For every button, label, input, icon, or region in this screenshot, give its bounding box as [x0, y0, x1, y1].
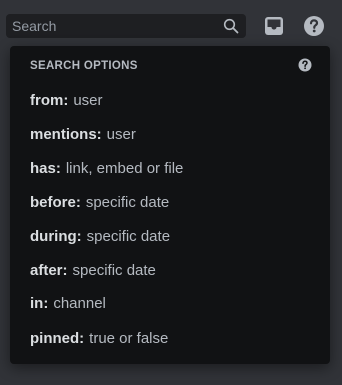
search-option-from[interactable]: from: user	[30, 88, 103, 112]
search-option-before[interactable]: before: specific date	[30, 190, 169, 214]
option-key: in:	[30, 294, 49, 312]
help-icon[interactable]	[298, 58, 312, 72]
inbox-icon[interactable]	[263, 15, 285, 37]
search-bar[interactable]	[6, 14, 246, 38]
option-answer: user	[106, 125, 136, 143]
search-option-during[interactable]: during: specific date	[30, 224, 170, 248]
option-key: has:	[30, 159, 61, 177]
option-answer: user	[73, 91, 103, 109]
search-icon[interactable]	[223, 18, 239, 34]
option-answer: true or false	[89, 329, 169, 347]
option-key: pinned:	[30, 329, 85, 347]
option-answer: link, embed or file	[65, 159, 184, 177]
search-option-has[interactable]: has: link, embed or file	[30, 156, 183, 180]
search-option-after[interactable]: after: specific date	[30, 258, 156, 282]
option-key: from:	[30, 91, 69, 109]
top-toolbar	[0, 0, 342, 50]
popout-header: SEARCH OPTIONS	[30, 60, 138, 72]
search-option-in[interactable]: in: channel	[30, 291, 106, 315]
option-answer: channel	[53, 294, 106, 312]
option-answer: specific date	[72, 261, 156, 279]
option-key: before:	[30, 193, 81, 211]
option-answer: specific date	[85, 193, 170, 211]
search-option-pinned[interactable]: pinned: true or false	[30, 326, 168, 350]
option-key: during:	[30, 227, 82, 245]
option-answer: specific date	[86, 227, 171, 245]
search-input[interactable]	[12, 14, 212, 38]
search-option-mentions[interactable]: mentions: user	[30, 122, 136, 146]
help-icon[interactable]	[303, 15, 325, 37]
search-options-popout: SEARCH OPTIONS from: user mentions: user…	[10, 46, 330, 364]
option-key: after:	[30, 261, 68, 279]
option-key: mentions:	[30, 125, 102, 143]
